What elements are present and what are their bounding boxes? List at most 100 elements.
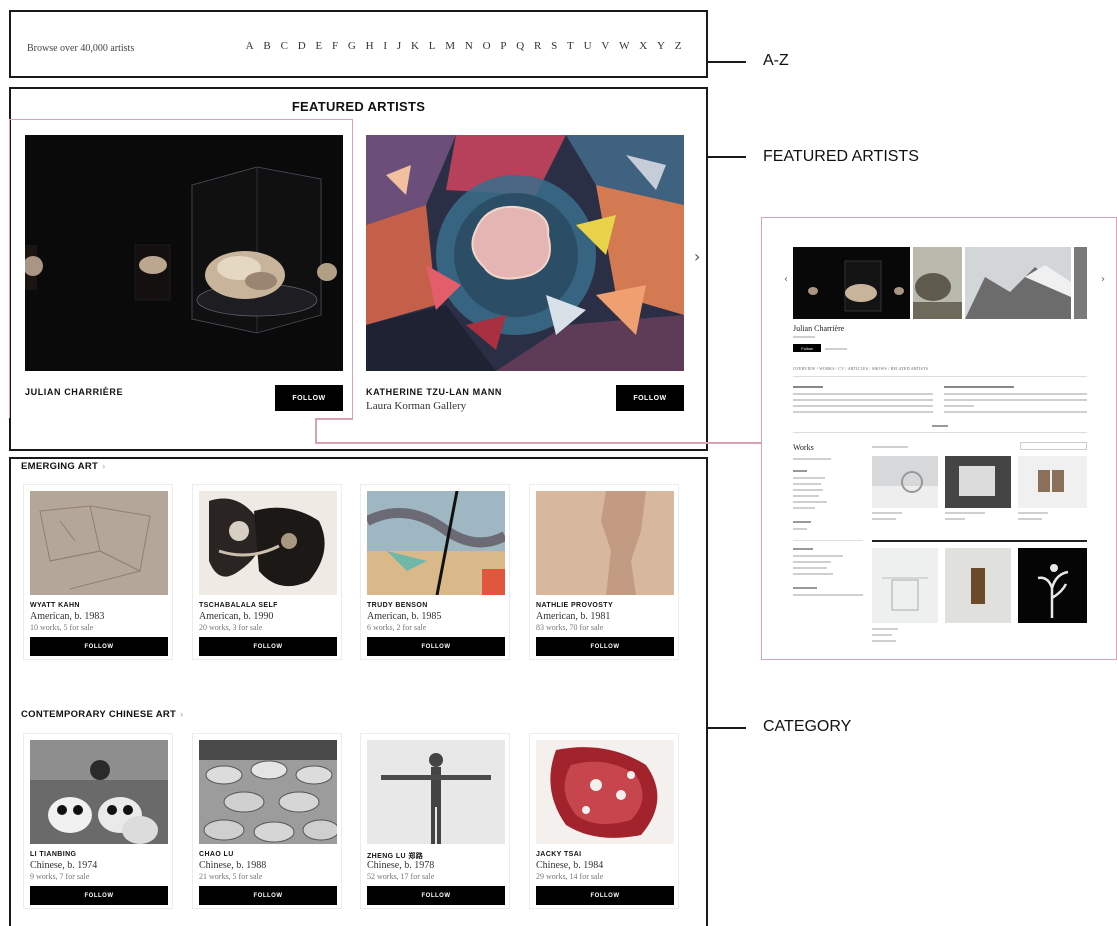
sort-select[interactable] xyxy=(1020,442,1087,450)
letter-x[interactable]: X xyxy=(639,40,647,52)
detail-follow-button[interactable]: Follow xyxy=(793,344,821,352)
artist-name[interactable]: CHAO LU xyxy=(199,851,234,858)
follow-button[interactable]: FOLLOW xyxy=(30,886,168,905)
filter-option[interactable] xyxy=(793,555,843,557)
filter-option[interactable] xyxy=(793,594,863,596)
featured-artwork-image[interactable] xyxy=(366,135,684,371)
artist-card-tschabalala-self[interactable]: TSCHABALALA SELF American, b. 1990 20 wo… xyxy=(192,484,342,660)
category-title-emerging-art[interactable]: EMERGING ART › xyxy=(21,461,106,472)
letter-l[interactable]: L xyxy=(429,40,436,52)
chevron-right-icon[interactable]: › xyxy=(180,709,183,720)
letter-v[interactable]: V xyxy=(601,40,609,52)
letter-o[interactable]: O xyxy=(483,40,491,52)
letter-b[interactable]: B xyxy=(263,40,271,52)
artist-name[interactable]: TRUDY BENSON xyxy=(367,602,428,609)
artist-card-li-tianbing[interactable]: LI TIANBING Chinese, b. 1974 9 works, 7 … xyxy=(23,733,173,909)
work-thumbnail[interactable] xyxy=(1018,548,1087,623)
filter-option[interactable] xyxy=(793,528,807,530)
letter-n[interactable]: N xyxy=(465,40,473,52)
artwork-thumbnail[interactable] xyxy=(199,491,337,595)
letter-y[interactable]: Y xyxy=(657,40,665,52)
artwork-thumbnail[interactable] xyxy=(536,740,674,844)
letter-k[interactable]: K xyxy=(411,40,419,52)
letter-h[interactable]: H xyxy=(366,40,374,52)
follow-button[interactable]: FOLLOW xyxy=(367,637,505,656)
featured-card-katherine-tzu-lan-mann[interactable]: KATHERINE TZU-LAN MANN Laura Korman Gall… xyxy=(366,135,684,417)
work-thumbnail[interactable] xyxy=(945,456,1011,508)
artist-card-trudy-benson[interactable]: TRUDY BENSON American, b. 1985 6 works, … xyxy=(360,484,510,660)
filter-option[interactable] xyxy=(793,477,825,479)
featured-artist-gallery[interactable]: Laura Korman Gallery xyxy=(366,400,466,412)
letter-j[interactable]: J xyxy=(397,40,402,52)
artist-name[interactable]: JACKY TSAI xyxy=(536,851,582,858)
work-thumbnail[interactable] xyxy=(872,548,938,623)
artist-card-zheng-lu[interactable]: ZHENG LU 郑路 Chinese, b. 1978 52 works, 1… xyxy=(360,733,510,909)
letter-w[interactable]: W xyxy=(619,40,630,52)
artist-card-chao-lu[interactable]: CHAO LU Chinese, b. 1988 21 works, 5 for… xyxy=(192,733,342,909)
follow-button[interactable]: FOLLOW xyxy=(30,637,168,656)
category-title-contemporary-chinese-art[interactable]: CONTEMPORARY CHINESE ART › xyxy=(21,709,184,720)
letter-e[interactable]: E xyxy=(315,40,322,52)
detail-image-4[interactable] xyxy=(1074,247,1087,319)
artist-works-count: 6 works, 2 for sale xyxy=(367,623,427,632)
artwork-thumbnail[interactable] xyxy=(367,491,505,595)
follow-button[interactable]: FOLLOW xyxy=(536,637,674,656)
letter-p[interactable]: P xyxy=(500,40,507,52)
letter-a[interactable]: A xyxy=(246,40,254,52)
filter-option[interactable] xyxy=(793,567,827,569)
artist-nationality: American, b. 1983 xyxy=(30,611,105,622)
artist-name[interactable]: NATHLIE PROVOSTY xyxy=(536,602,613,609)
follow-button[interactable]: FOLLOW xyxy=(199,637,337,656)
filter-option[interactable] xyxy=(793,573,833,575)
artist-card-nathlie-provosty[interactable]: NATHLIE PROVOSTY American, b. 1981 83 wo… xyxy=(529,484,679,660)
follow-button[interactable]: FOLLOW xyxy=(536,886,674,905)
chevron-right-icon[interactable]: › xyxy=(102,461,105,472)
artwork-thumbnail[interactable] xyxy=(536,491,674,595)
filter-option[interactable] xyxy=(793,489,823,491)
artwork-thumbnail[interactable] xyxy=(30,491,168,595)
follow-button[interactable]: FOLLOW xyxy=(616,385,684,411)
detail-image-1[interactable] xyxy=(793,247,910,319)
artist-name[interactable]: WYATT KAHN xyxy=(30,602,80,609)
detail-image-2[interactable] xyxy=(913,247,962,319)
letter-q[interactable]: Q xyxy=(516,40,524,52)
letter-m[interactable]: M xyxy=(445,40,455,52)
chevron-right-icon[interactable]: › xyxy=(694,247,700,266)
chevron-left-icon[interactable]: ‹ xyxy=(784,274,788,285)
read-more-link[interactable] xyxy=(932,425,948,427)
follow-button[interactable]: FOLLOW xyxy=(367,886,505,905)
work-thumbnail[interactable] xyxy=(945,548,1011,623)
follow-button[interactable]: FOLLOW xyxy=(199,886,337,905)
letter-z[interactable]: Z xyxy=(675,40,682,52)
filter-option[interactable] xyxy=(793,495,819,497)
artist-name[interactable]: TSCHABALALA SELF xyxy=(199,602,278,609)
artist-card-wyatt-kahn[interactable]: WYATT KAHN American, b. 1983 10 works, 5… xyxy=(23,484,173,660)
filter-checkbox[interactable] xyxy=(793,458,831,460)
letter-d[interactable]: D xyxy=(298,40,306,52)
filter-option[interactable] xyxy=(793,507,815,509)
filter-option[interactable] xyxy=(793,561,831,563)
detail-image-3[interactable] xyxy=(965,247,1071,319)
detail-tabs[interactable]: OVERVIEW / WORKS / CV / ARTICLES / SHOWS… xyxy=(793,366,928,371)
artist-works-count: 52 works, 17 for sale xyxy=(367,872,435,881)
chevron-right-icon[interactable]: › xyxy=(1101,274,1105,285)
detail-followers-meta xyxy=(825,348,847,350)
filter-option[interactable] xyxy=(793,501,827,503)
letter-u[interactable]: U xyxy=(584,40,592,52)
artwork-thumbnail[interactable] xyxy=(199,740,337,844)
work-thumbnail[interactable] xyxy=(1018,456,1087,508)
letter-s[interactable]: S xyxy=(551,40,558,52)
letter-c[interactable]: C xyxy=(281,40,289,52)
artwork-thumbnail[interactable] xyxy=(367,740,505,844)
featured-artist-name[interactable]: KATHERINE TZU-LAN MANN xyxy=(366,387,502,397)
letter-f[interactable]: F xyxy=(332,40,339,52)
artwork-thumbnail[interactable] xyxy=(30,740,168,844)
letter-t[interactable]: T xyxy=(567,40,574,52)
filter-option[interactable] xyxy=(793,483,821,485)
artist-name[interactable]: LI TIANBING xyxy=(30,851,76,858)
letter-i[interactable]: I xyxy=(383,40,387,52)
letter-r[interactable]: R xyxy=(534,40,542,52)
work-thumbnail[interactable] xyxy=(872,456,938,508)
letter-g[interactable]: G xyxy=(348,40,356,52)
artist-card-jacky-tsai[interactable]: JACKY TSAI Chinese, b. 1984 29 works, 14… xyxy=(529,733,679,909)
